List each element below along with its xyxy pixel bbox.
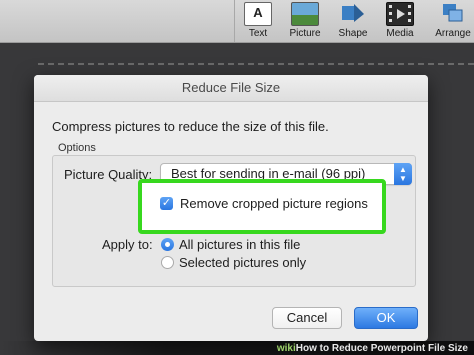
text-box-icon: A <box>244 2 272 26</box>
watermark-bar: wikiHow to Reduce Powerpoint File Size <box>0 341 474 355</box>
radio-selected-pictures[interactable] <box>161 256 174 269</box>
watermark-text: wikiHow to Reduce Powerpoint File Size <box>277 343 468 354</box>
options-legend: Options <box>58 142 96 154</box>
shape-button[interactable]: Shape <box>334 0 372 40</box>
placeholder-border <box>38 63 474 65</box>
select-arrows-icon: ▲ ▼ <box>394 163 412 185</box>
slide-canvas: Reduce File Size Compress pictures to re… <box>0 43 474 355</box>
dialog-title: Reduce File Size <box>34 75 428 102</box>
picture-label: Picture <box>289 28 321 39</box>
apply-to-label: Apply to: <box>102 237 153 252</box>
watermark-brand-suffix: How <box>295 343 317 354</box>
cancel-button[interactable]: Cancel <box>272 307 342 329</box>
shape-label: Shape <box>338 28 368 39</box>
watermark-title: to Reduce Powerpoint File Size <box>316 343 468 354</box>
remove-cropped-checkbox[interactable]: ✓ <box>160 197 173 210</box>
text-box-button[interactable]: A Text <box>240 0 276 40</box>
media-button[interactable]: Media <box>380 0 420 40</box>
arrange-button[interactable]: Arrange <box>432 0 474 40</box>
all-pictures-label[interactable]: All pictures in this file <box>179 237 300 252</box>
ribbon-toolbar: A Text Picture Shape Media Arrange <box>0 0 474 43</box>
text-box-label: Text <box>248 28 268 39</box>
highlight-box: ✓ Remove cropped picture regions <box>138 179 386 234</box>
watermark-brand-prefix: wiki <box>276 343 296 354</box>
picture-button[interactable]: Picture <box>284 0 326 40</box>
ribbon-separator <box>234 0 235 42</box>
media-label: Media <box>386 28 414 39</box>
picture-icon <box>291 2 319 26</box>
dialog-description: Compress pictures to reduce the size of … <box>52 119 329 134</box>
shape-icon <box>340 2 366 24</box>
radio-all-pictures[interactable] <box>161 238 174 251</box>
checkmark-icon: ✓ <box>161 197 172 209</box>
remove-cropped-label[interactable]: Remove cropped picture regions <box>180 196 368 211</box>
ok-button[interactable]: OK <box>354 307 418 329</box>
arrange-label: Arrange <box>435 28 471 39</box>
arrange-icon <box>440 2 466 24</box>
selected-pictures-label[interactable]: Selected pictures only <box>179 255 306 270</box>
reduce-file-size-dialog: Reduce File Size Compress pictures to re… <box>34 75 428 341</box>
media-icon <box>386 2 414 26</box>
